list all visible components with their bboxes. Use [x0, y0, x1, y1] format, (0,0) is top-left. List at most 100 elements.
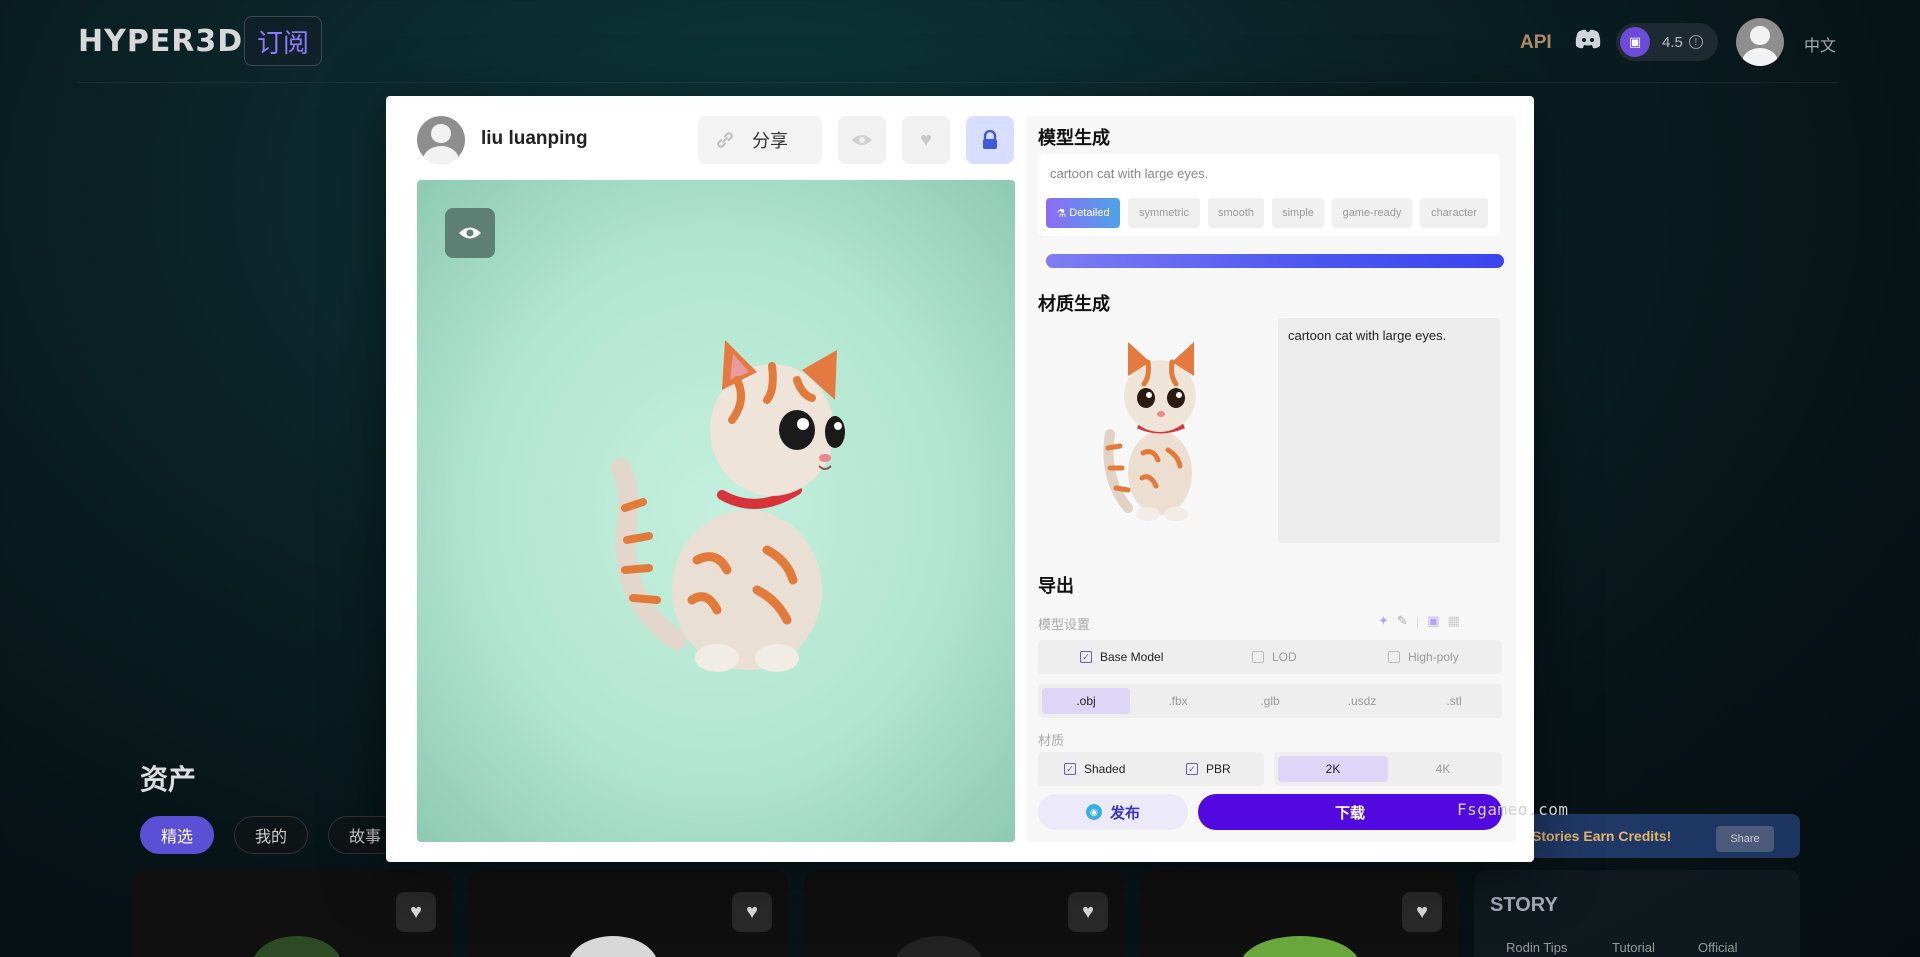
model-viewer[interactable] — [417, 180, 1015, 842]
eye-icon — [459, 227, 481, 239]
assets-title: 资产 — [140, 764, 197, 795]
model-options-row: ✓ Base Model LOD High-poly — [1038, 640, 1502, 674]
subscribe-button[interactable]: 订阅 — [244, 16, 322, 66]
divider — [78, 82, 1838, 83]
asset-card[interactable]: ♥ — [468, 870, 788, 957]
asset-thumbnail — [1240, 936, 1360, 957]
format-usdz[interactable]: .usdz — [1318, 688, 1406, 714]
heart-icon[interactable]: ♥ — [396, 892, 436, 932]
high-poly-checkbox[interactable]: High-poly — [1388, 650, 1459, 664]
resolution-2k[interactable]: 2K — [1278, 756, 1388, 782]
lock-icon — [983, 130, 997, 149]
tag-game-ready[interactable]: game-ready — [1332, 198, 1412, 228]
pencil-icon[interactable]: ✎ — [1397, 613, 1408, 629]
checkbox-empty-icon — [1388, 651, 1400, 663]
format-fbx[interactable]: .fbx — [1134, 688, 1222, 714]
eye-icon — [852, 135, 872, 145]
cat-model — [611, 340, 845, 672]
checkbox-checked-icon: ✓ — [1080, 651, 1092, 663]
story-tab-tips[interactable]: Rodin Tips — [1506, 940, 1567, 955]
story-tab-tutorial[interactable]: Tutorial — [1612, 940, 1655, 955]
publish-icon: ◉ — [1085, 804, 1102, 820]
sparkle-icon[interactable]: ✦ — [1378, 613, 1389, 629]
asset-thumbnail — [894, 936, 984, 957]
discord-icon[interactable] — [1574, 28, 1602, 50]
heart-icon: ♥ — [920, 128, 932, 151]
lock-button[interactable] — [966, 116, 1014, 164]
share-button[interactable]: 分享 — [698, 116, 822, 164]
separator: | — [1415, 613, 1420, 629]
asset-card[interactable]: ♥ — [132, 870, 452, 957]
author-name[interactable]: liu luanping — [481, 128, 588, 150]
export-tools: ✦ ✎ | ▣ ▦ — [1378, 612, 1460, 630]
filter-featured[interactable]: 精选 — [140, 816, 214, 854]
resolution-4k[interactable]: 4K — [1388, 756, 1498, 782]
texture-prompt: cartoon cat with large eyes. — [1288, 328, 1447, 343]
stories-banner[interactable]: Stories Earn Credits! Share — [1490, 814, 1800, 858]
material-label: 材质 — [1038, 733, 1065, 748]
tag-character[interactable]: character — [1420, 198, 1488, 228]
format-row: .obj .fbx .glb .usdz .stl — [1038, 684, 1502, 718]
heart-icon[interactable]: ♥ — [1402, 892, 1442, 932]
pbr-checkbox[interactable]: ✓ PBR — [1186, 762, 1231, 776]
info-icon[interactable]: ! — [1688, 35, 1703, 49]
export-title: 导出 — [1038, 576, 1074, 596]
generation-progress — [1046, 254, 1504, 268]
preview-toggle-button[interactable] — [445, 208, 495, 258]
credit-amount: 4.5 — [1662, 33, 1683, 51]
watermark: Fsgameo.com — [1457, 800, 1569, 819]
like-button[interactable]: ♥ — [902, 116, 950, 164]
tag-simple[interactable]: simple — [1272, 198, 1324, 228]
model-gen-title: 模型生成 — [1038, 128, 1110, 148]
share-chip[interactable]: Share — [1716, 826, 1774, 852]
heart-icon[interactable]: ♥ — [1068, 892, 1108, 932]
publish-button[interactable]: ◉ 发布 — [1038, 794, 1188, 830]
asset-card[interactable]: ♥ — [804, 870, 1124, 957]
model-settings-label: 模型设置 — [1038, 617, 1091, 632]
format-obj[interactable]: .obj — [1042, 688, 1130, 714]
grid-icon[interactable]: ▦ — [1448, 613, 1460, 629]
tag-symmetric[interactable]: symmetric — [1128, 198, 1200, 228]
filter-mine[interactable]: 我的 — [234, 816, 308, 854]
wallet-icon: ▣ — [1620, 27, 1650, 57]
texture-preview-image — [1038, 318, 1268, 543]
base-model-checkbox[interactable]: ✓ Base Model — [1080, 650, 1163, 664]
format-glb[interactable]: .glb — [1226, 688, 1314, 714]
language-switch[interactable]: 中文 — [1804, 32, 1836, 56]
resolution-row: 2K 4K — [1274, 752, 1502, 786]
texture-gen-title: 材质生成 — [1038, 294, 1110, 314]
model-prompt: cartoon cat with large eyes. — [1050, 166, 1209, 181]
author-avatar[interactable] — [417, 116, 465, 164]
asset-detail-modal: liu luanping 分享 ♥ 模型生成 cartoon cat with … — [386, 96, 1534, 862]
tag-detailed[interactable]: ⚗ Detailed — [1046, 198, 1120, 228]
shaded-checkbox[interactable]: ✓ Shaded — [1064, 762, 1125, 776]
checkbox-checked-icon: ✓ — [1186, 763, 1198, 775]
model-prompt-box[interactable]: cartoon cat with large eyes. ⚗ Detailed s… — [1038, 154, 1500, 236]
top-bar: HYPER3D 订阅 API ▣ 4.5 ! 中文 — [0, 0, 1920, 82]
tag-smooth[interactable]: smooth — [1208, 198, 1264, 228]
link-icon — [712, 127, 738, 153]
user-avatar[interactable] — [1736, 18, 1784, 66]
visibility-button[interactable] — [838, 116, 886, 164]
material-options-row: ✓ Shaded ✓ PBR — [1038, 752, 1264, 786]
credit-badge[interactable]: ▣ 4.5 ! — [1616, 23, 1718, 61]
asset-card[interactable]: ♥ — [1140, 870, 1458, 957]
api-link[interactable]: API — [1520, 32, 1552, 54]
share-label: 分享 — [752, 131, 788, 151]
asset-thumbnail — [568, 936, 658, 957]
lod-checkbox[interactable]: LOD — [1252, 650, 1297, 664]
flask-icon: ⚗ — [1056, 207, 1067, 220]
checkbox-empty-icon — [1252, 651, 1264, 663]
checkbox-checked-icon: ✓ — [1064, 763, 1076, 775]
format-stl[interactable]: .stl — [1410, 688, 1498, 714]
save-icon[interactable]: ▣ — [1427, 613, 1439, 629]
story-title: STORY — [1490, 894, 1558, 916]
texture-prompt-box[interactable]: cartoon cat with large eyes. — [1278, 318, 1500, 543]
asset-thumbnail — [252, 936, 342, 957]
heart-icon[interactable]: ♥ — [732, 892, 772, 932]
logo[interactable]: HYPER3D — [78, 24, 243, 59]
stories-banner-text: Stories Earn Credits! — [1532, 828, 1672, 844]
cat-thumbnail — [1103, 342, 1196, 521]
story-tab-official[interactable]: Official — [1698, 940, 1738, 955]
settings-panel: 模型生成 cartoon cat with large eyes. ⚗ Detai… — [1026, 116, 1516, 842]
